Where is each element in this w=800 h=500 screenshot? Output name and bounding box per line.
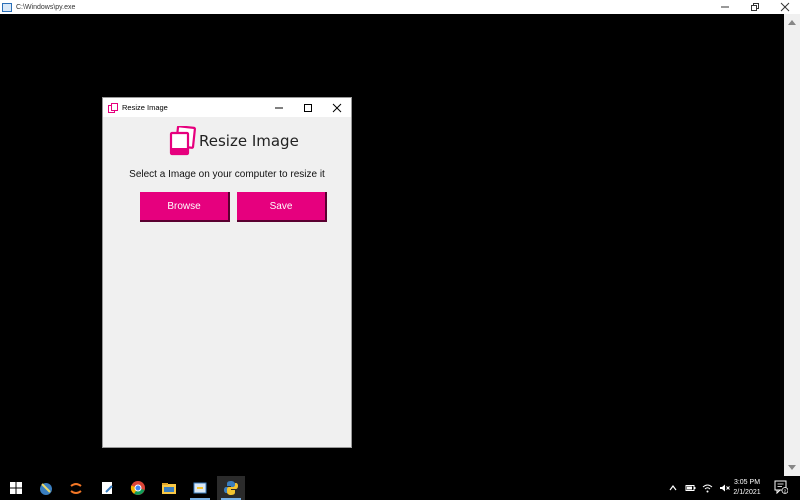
app-minimize-button[interactable] (264, 98, 293, 117)
browse-button[interactable]: Browse (140, 192, 230, 222)
minimize-icon (721, 6, 729, 8)
taskbar-notepad[interactable] (93, 476, 121, 500)
network-icon[interactable] (702, 483, 713, 493)
chrome-icon (130, 481, 145, 495)
taskbar-file-explorer[interactable] (155, 476, 183, 500)
taskbar-jupyter[interactable] (62, 476, 90, 500)
minimize-icon (274, 107, 283, 108)
save-button[interactable]: Save (237, 192, 327, 222)
console-restore-button[interactable] (740, 0, 770, 14)
clock-time: 3:05 PM (733, 479, 761, 486)
taskbar-chrome[interactable] (124, 476, 152, 500)
console-scrollbar[interactable] (784, 14, 800, 476)
restore-icon (751, 3, 759, 11)
console-window-controls (710, 0, 800, 14)
close-icon (780, 2, 790, 12)
photos-logo-icon (169, 126, 196, 156)
app-titlebar: Resize Image (103, 98, 351, 117)
taskbar-idle-app[interactable] (32, 476, 60, 500)
scroll-up-arrow-icon[interactable] (788, 20, 796, 25)
jupyter-icon (70, 483, 82, 494)
feather-app-icon (40, 483, 52, 495)
app-maximize-button[interactable] (293, 98, 322, 117)
document-edit-icon (102, 482, 113, 494)
scroll-down-arrow-icon[interactable] (788, 465, 796, 470)
console-close-button[interactable] (770, 0, 800, 14)
console-title: C:\Windows\py.exe (16, 3, 76, 11)
taskbar: 3:05 PM 2/1/2021 2 (0, 476, 800, 500)
action-center-button[interactable]: 2 (774, 480, 789, 499)
system-tray (668, 476, 730, 500)
app-close-button[interactable] (322, 98, 351, 117)
python-icon (224, 481, 238, 495)
app-window-title: Resize Image (122, 103, 168, 112)
app-header: Resize Image (169, 126, 299, 156)
console-app-icon (2, 2, 12, 12)
taskbar-python-idle[interactable] (186, 476, 214, 500)
resize-image-app-icon (108, 102, 118, 113)
app-window-controls (264, 98, 351, 117)
instruction-text: Select a Image on your computer to resiz… (129, 169, 325, 180)
windows-start-icon (10, 482, 22, 494)
folder-icon (162, 483, 176, 494)
chevron-up-icon[interactable] (668, 483, 678, 493)
console-minimize-button[interactable] (710, 0, 740, 14)
app-header-title: Resize Image (199, 132, 299, 150)
python-idle-icon (193, 482, 207, 494)
taskbar-python[interactable] (217, 476, 245, 500)
console-titlebar: C:\Windows\py.exe (0, 0, 800, 14)
start-button[interactable] (2, 476, 30, 500)
maximize-icon (303, 103, 312, 112)
battery-icon[interactable] (685, 483, 696, 493)
close-icon (332, 103, 341, 112)
notification-icon: 2 (774, 480, 789, 495)
taskbar-clock[interactable]: 3:05 PM 2/1/2021 (730, 478, 764, 498)
resize-image-window: Resize Image Resize Image Select a Image… (102, 97, 352, 448)
clock-date: 2/1/2021 (733, 489, 761, 496)
volume-mute-icon[interactable] (719, 483, 730, 493)
